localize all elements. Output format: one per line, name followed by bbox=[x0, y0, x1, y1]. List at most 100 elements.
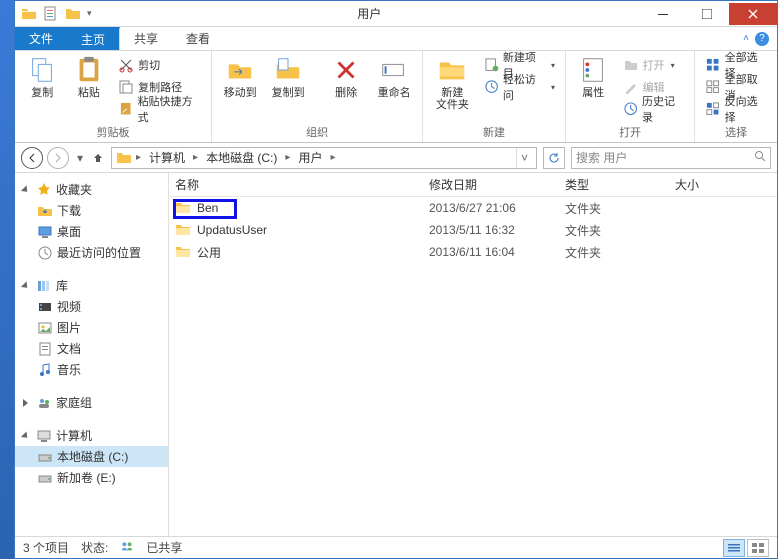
copy-to-button[interactable]: 复制到 bbox=[266, 53, 310, 99]
history-button[interactable]: 历史记录 bbox=[619, 99, 689, 119]
tab-home[interactable]: 主页 bbox=[67, 27, 120, 50]
nav-videos[interactable]: 视频 bbox=[15, 296, 168, 317]
edit-icon bbox=[623, 79, 639, 95]
new-folder-button[interactable]: 新建 文件夹 bbox=[429, 53, 475, 111]
nav-downloads[interactable]: 下载 bbox=[15, 200, 168, 221]
properties-qat-icon[interactable] bbox=[43, 6, 59, 22]
nav-drive-c[interactable]: 本地磁盘 (C:) bbox=[15, 446, 168, 467]
maximize-button[interactable] bbox=[685, 3, 729, 25]
nav-up-button[interactable] bbox=[91, 152, 105, 164]
address-bar[interactable]: ▸ 计算机 ▸ 本地磁盘 (C:) ▸ 用户 ▸ ˅ bbox=[111, 147, 537, 169]
col-modified[interactable]: 修改日期 bbox=[429, 176, 565, 193]
file-name: UpdatusUser bbox=[197, 223, 267, 237]
nav-documents[interactable]: 文档 bbox=[15, 338, 168, 359]
table-row[interactable]: 公用2013/6/11 16:04文件夹 bbox=[169, 241, 777, 263]
close-button[interactable] bbox=[729, 3, 777, 25]
help-icon[interactable]: ? bbox=[755, 32, 769, 46]
nav-desktop[interactable]: 桌面 bbox=[15, 221, 168, 242]
nav-music[interactable]: 音乐 bbox=[15, 359, 168, 380]
col-name[interactable]: 名称 bbox=[175, 176, 429, 193]
minimize-ribbon-icon[interactable]: ˄ bbox=[743, 33, 749, 44]
nav-pictures[interactable]: 图片 bbox=[15, 317, 168, 338]
tab-view[interactable]: 查看 bbox=[172, 27, 224, 50]
new-item-icon bbox=[484, 57, 499, 73]
navigation-pane[interactable]: 收藏夹 下载 桌面 最近访问的位置 库 视频 图片 文档 音乐 家庭组 计算机 … bbox=[15, 173, 169, 536]
col-size[interactable]: 大小 bbox=[675, 176, 777, 193]
file-modified: 2013/6/11 16:04 bbox=[429, 245, 565, 259]
search-input[interactable]: 搜索 用户 bbox=[571, 147, 771, 169]
invert-selection-button[interactable]: 反向选择 bbox=[701, 99, 771, 119]
copy-path-icon bbox=[118, 79, 134, 95]
computer-icon bbox=[36, 428, 52, 444]
move-to-button[interactable]: 移动到 bbox=[218, 53, 262, 99]
easy-access-button[interactable]: 轻松访问▾ bbox=[480, 77, 559, 97]
nav-libraries[interactable]: 库 bbox=[15, 275, 168, 296]
ribbon-group-organize: 移动到 复制到 删除 重命名 组织 bbox=[212, 51, 423, 142]
delete-button[interactable]: 删除 bbox=[324, 53, 368, 99]
chevron-right-icon[interactable]: ▸ bbox=[191, 152, 200, 163]
nav-homegroup[interactable]: 家庭组 bbox=[15, 392, 168, 413]
breadcrumb-item[interactable]: 计算机 bbox=[145, 149, 189, 166]
nav-favorites[interactable]: 收藏夹 bbox=[15, 179, 168, 200]
explorer-body: 收藏夹 下载 桌面 最近访问的位置 库 视频 图片 文档 音乐 家庭组 计算机 … bbox=[15, 173, 777, 536]
view-mode-switch bbox=[723, 539, 769, 557]
file-rows: Ben2013/6/27 21:06文件夹UpdatusUser2013/5/1… bbox=[169, 197, 777, 536]
column-headers: 名称 修改日期 类型 大小 bbox=[169, 173, 777, 197]
homegroup-icon bbox=[36, 395, 52, 411]
tab-share[interactable]: 共享 bbox=[120, 27, 172, 50]
folder-icon bbox=[175, 222, 191, 238]
nav-back-button[interactable] bbox=[21, 147, 43, 169]
ribbon-group-open: 属性 打开▾ 编辑 历史记录 打开 bbox=[566, 51, 695, 142]
explorer-window: ▾ 用户 文件 主页 共享 查看 ˄ ? 复制 bbox=[14, 0, 778, 559]
rename-button[interactable]: 重命名 bbox=[372, 53, 416, 99]
select-none-icon bbox=[705, 79, 720, 95]
pictures-icon bbox=[37, 320, 53, 336]
minimize-button[interactable] bbox=[641, 3, 685, 25]
nav-recent[interactable]: 最近访问的位置 bbox=[15, 242, 168, 263]
breadcrumb-item[interactable]: 本地磁盘 (C:) bbox=[202, 149, 281, 166]
icons-view-button[interactable] bbox=[747, 539, 769, 557]
open-button[interactable]: 打开▾ bbox=[619, 55, 689, 75]
downloads-icon bbox=[37, 203, 53, 219]
copy-button[interactable]: 复制 bbox=[21, 53, 64, 99]
status-item-count: 3 个项目 bbox=[23, 539, 69, 556]
status-state-label: 状态: bbox=[81, 539, 108, 556]
nav-forward-button[interactable] bbox=[47, 147, 69, 169]
search-placeholder: 搜索 用户 bbox=[576, 149, 750, 166]
copy-to-icon bbox=[273, 55, 303, 85]
file-list-pane: 名称 修改日期 类型 大小 Ben2013/6/27 21:06文件夹Updat… bbox=[169, 173, 777, 536]
table-row[interactable]: UpdatusUser2013/5/11 16:32文件夹 bbox=[169, 219, 777, 241]
open-icon bbox=[623, 57, 639, 73]
recent-icon bbox=[37, 245, 53, 261]
address-dropdown[interactable]: ˅ bbox=[516, 148, 532, 168]
details-view-button[interactable] bbox=[723, 539, 745, 557]
qat-dropdown-icon[interactable]: ▾ bbox=[87, 8, 92, 19]
paste-shortcut-button[interactable]: 粘贴快捷方式 bbox=[114, 99, 205, 119]
file-name: 公用 bbox=[197, 244, 221, 261]
ribbon-group-clipboard: 复制 粘贴 剪切 复制路径 粘贴快捷方式 剪贴板 bbox=[15, 51, 212, 142]
chevron-down-icon: ▾ bbox=[551, 61, 555, 70]
chevron-right-icon[interactable]: ▸ bbox=[283, 152, 292, 163]
breadcrumb-item[interactable]: 用户 bbox=[294, 149, 326, 166]
refresh-button[interactable] bbox=[543, 147, 565, 169]
cut-button[interactable]: 剪切 bbox=[114, 55, 205, 75]
drive-icon bbox=[37, 449, 53, 465]
move-to-icon bbox=[225, 55, 255, 85]
nav-computer[interactable]: 计算机 bbox=[15, 425, 168, 446]
chevron-right-icon[interactable]: ▸ bbox=[328, 152, 337, 163]
properties-button[interactable]: 属性 bbox=[572, 53, 615, 99]
chevron-right-icon[interactable]: ▸ bbox=[134, 152, 143, 163]
nav-recent-dropdown[interactable]: ▾ bbox=[73, 151, 87, 165]
ribbon-tabs: 文件 主页 共享 查看 ˄ ? bbox=[15, 27, 777, 51]
window-controls bbox=[641, 3, 777, 25]
new-folder-qat-icon[interactable] bbox=[65, 6, 81, 22]
new-folder-icon bbox=[437, 55, 467, 85]
nav-drive-e[interactable]: 新加卷 (E:) bbox=[15, 467, 168, 488]
table-row[interactable]: Ben2013/6/27 21:06文件夹 bbox=[169, 197, 777, 219]
paste-icon bbox=[74, 55, 104, 85]
paste-button[interactable]: 粘贴 bbox=[68, 53, 111, 99]
paste-shortcut-icon bbox=[118, 101, 133, 117]
col-type[interactable]: 类型 bbox=[565, 176, 675, 193]
easy-access-icon bbox=[484, 79, 499, 95]
tab-file[interactable]: 文件 bbox=[15, 27, 67, 50]
